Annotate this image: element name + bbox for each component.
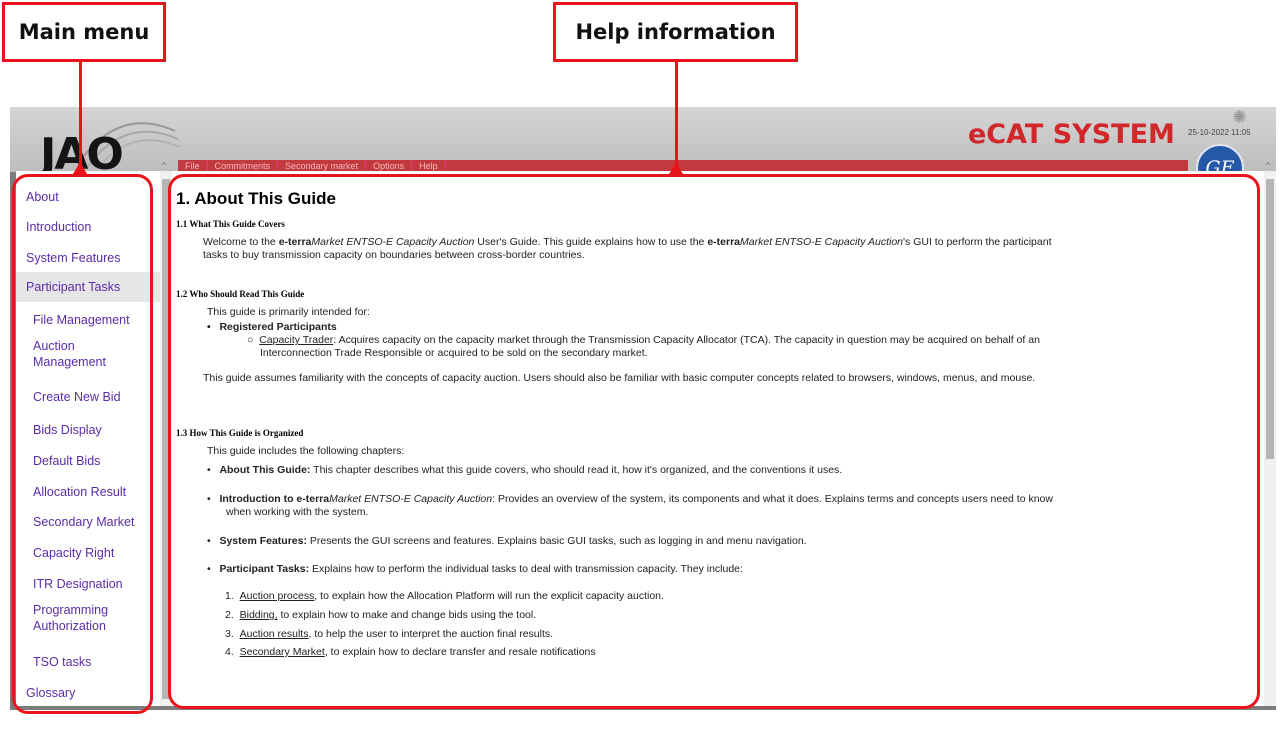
menu-options[interactable]: Options	[366, 161, 413, 171]
menu-file[interactable]: File	[178, 161, 208, 171]
loading-spinner-icon: ✺	[1232, 107, 1248, 127]
menu-commitments[interactable]: Commitments	[207, 161, 279, 171]
system-title: eCAT SYSTEM	[968, 119, 1175, 150]
datetime: 25-10-2022 11:05	[1188, 128, 1251, 137]
scroll-up-icon[interactable]: ^	[162, 161, 166, 170]
scroll-up-icon[interactable]: ^	[1266, 161, 1270, 170]
help-info-arrow	[675, 62, 678, 170]
menu-help[interactable]: Help	[412, 161, 446, 171]
main-menu-arrowhead	[73, 162, 87, 174]
content-scrollbar-thumb[interactable]	[1266, 179, 1274, 459]
menu-secondary-market[interactable]: Secondary market	[278, 161, 367, 171]
main-menu-callout: Main menu	[2, 2, 166, 62]
main-menu-arrow	[79, 62, 82, 172]
content-scrollbar[interactable]: ^	[1264, 161, 1276, 706]
app-header: JAO eCAT SYSTEM ✺ 25-10-2022 11:05 GE Fi…	[10, 107, 1276, 192]
help-info-arrowhead	[669, 162, 683, 174]
main-menu-highlight	[12, 174, 153, 714]
help-information-highlight	[168, 174, 1260, 709]
help-information-callout: Help information	[553, 2, 798, 62]
